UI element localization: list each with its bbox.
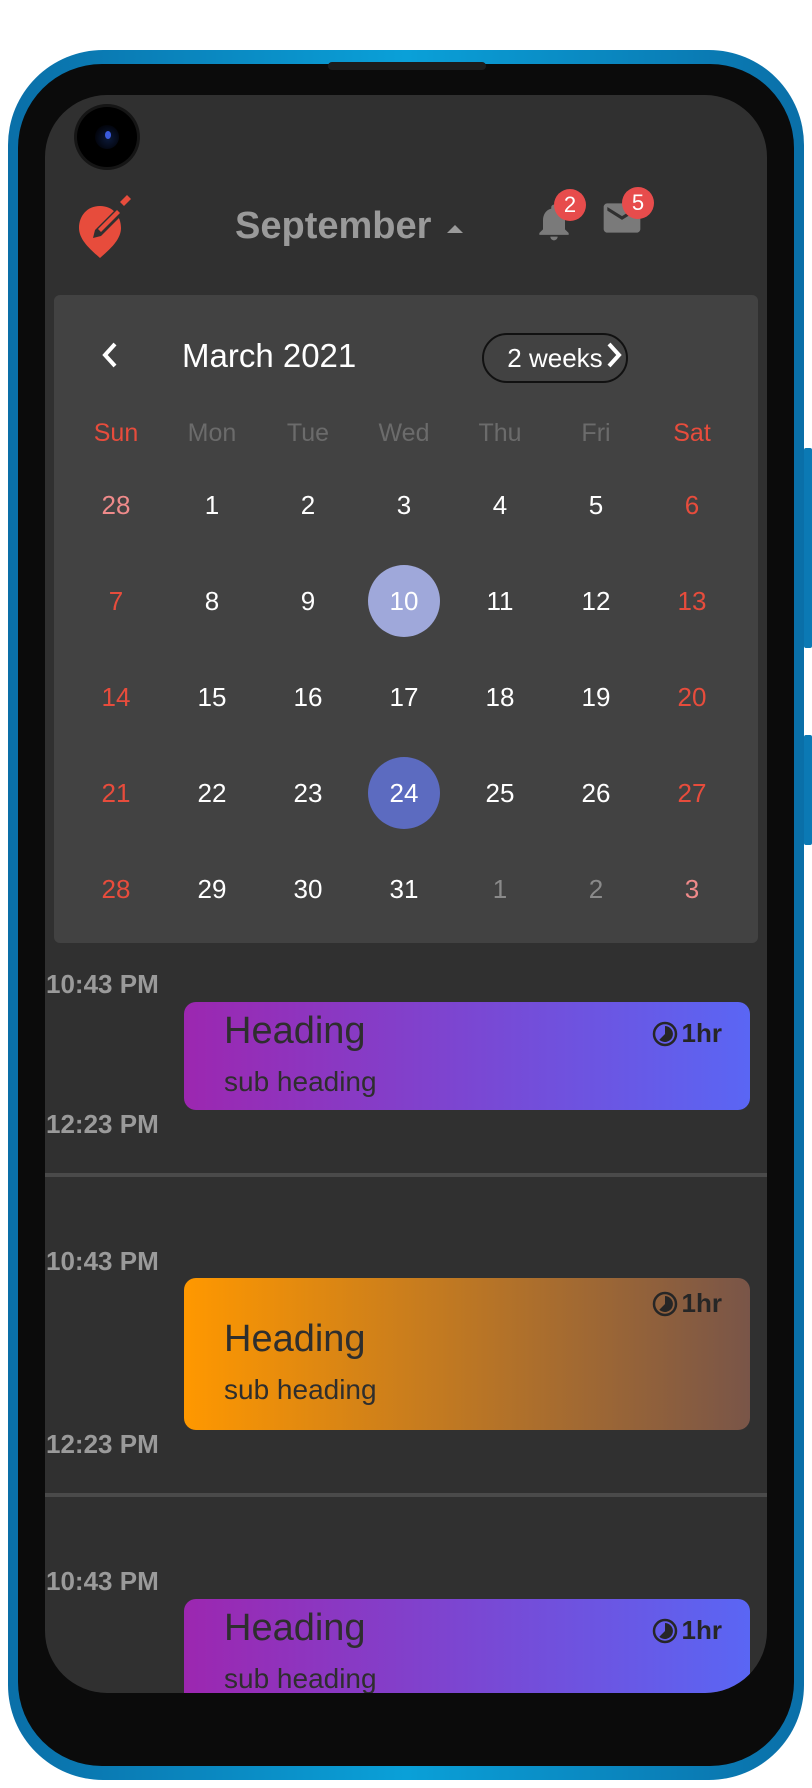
previous-month-button[interactable] [90,335,130,375]
next-month-button[interactable] [594,335,634,375]
calendar-day[interactable]: 8 [176,565,248,637]
calendar-day[interactable]: 23 [272,757,344,829]
calendar-day-today[interactable]: 10 [368,565,440,637]
event-card[interactable]: 1hr Heading sub heading [184,1278,750,1430]
event-duration-label: 1hr [681,1615,722,1645]
event-heading: Heading [224,1607,366,1649]
month-selector[interactable]: September [235,205,464,248]
notifications-badge: 2 [554,189,586,221]
weekday-label: Mon [187,419,237,447]
event-heading: Heading [224,1318,366,1360]
calendar-day[interactable]: 26 [560,757,632,829]
chevron-left-icon [102,342,117,368]
calendar-day[interactable]: 27 [656,757,728,829]
calendar-day[interactable]: 7 [80,565,152,637]
calendar-day[interactable]: 1 [464,853,536,925]
event-duration: 1hr [652,1615,722,1646]
power-button [804,735,812,845]
event-start-time: 10:43 PM [46,969,159,999]
calendar-day[interactable]: 1 [176,469,248,541]
calendar-day-selected[interactable]: 24 [368,757,440,829]
camera-glint [105,131,111,139]
weekday-label: Tue [286,419,330,447]
calendar-day[interactable]: 11 [464,565,536,637]
messages-badge: 5 [622,187,654,219]
timelapse-icon [652,1021,677,1046]
event-subheading: sub heading [224,1663,377,1693]
messages-button[interactable]: 5 [600,187,654,241]
event-subheading: sub heading [224,1374,377,1405]
calendar-day[interactable]: 5 [560,469,632,541]
calendar-day[interactable]: 15 [176,661,248,733]
caret-up-icon [447,224,464,233]
weekday-label: Sat [673,419,711,447]
calendar-day[interactable]: 22 [176,757,248,829]
calendar-day[interactable]: 4 [464,469,536,541]
calendar-day[interactable]: 3 [368,469,440,541]
calendar-day[interactable]: 18 [464,661,536,733]
calendar-day[interactable]: 25 [464,757,536,829]
timelapse-icon [652,1618,677,1643]
weekday-header: Sun Mon Tue Wed Thu Fri Sat [68,419,744,448]
app-logo-icon[interactable] [77,192,133,258]
calendar-day[interactable]: 12 [560,565,632,637]
event-card[interactable]: Heading sub heading 1hr [184,1002,750,1110]
calendar-day[interactable]: 14 [80,661,152,733]
calendar-day[interactable]: 28 [80,853,152,925]
calendar-day[interactable]: 17 [368,661,440,733]
weekday-label: Fri [581,419,611,447]
calendar-day[interactable]: 28 [80,469,152,541]
calendar-day[interactable]: 6 [656,469,728,541]
calendar-day[interactable]: 16 [272,661,344,733]
calendar-day[interactable]: 3 [656,853,728,925]
event-divider [45,1173,767,1177]
event-divider [45,1493,767,1497]
app-screen: September 2 5 March 2021 2 weeks Sun Mon… [45,95,767,1693]
weekday-label: Thu [478,419,522,447]
event-duration: 1hr [652,1288,722,1319]
calendar-day[interactable]: 2 [560,853,632,925]
volume-button [804,448,812,648]
timelapse-icon [652,1291,677,1316]
calendar-day[interactable]: 21 [80,757,152,829]
month-selector-label: September [235,205,432,247]
event-end-time: 12:23 PM [46,1109,159,1139]
calendar-day[interactable]: 19 [560,661,632,733]
event-duration: 1hr [652,1018,722,1049]
calendar-month-title: March 2021 [182,337,357,374]
calendar-day[interactable]: 9 [272,565,344,637]
chevron-right-icon [607,342,622,368]
event-duration-label: 1hr [681,1288,722,1318]
calendar-day[interactable]: 20 [656,661,728,733]
event-duration-label: 1hr [681,1018,722,1048]
calendar-day[interactable]: 29 [176,853,248,925]
earpiece-speaker [328,62,486,70]
front-camera [77,107,137,167]
event-card[interactable]: Heading sub heading 1hr [184,1599,750,1693]
event-heading: Heading [224,1010,366,1052]
calendar-day[interactable]: 30 [272,853,344,925]
notifications-button[interactable]: 2 [532,189,586,245]
weekday-label: Sun [93,419,139,447]
weekday-label: Wed [378,419,430,447]
calendar-day[interactable]: 13 [656,565,728,637]
calendar-day[interactable]: 2 [272,469,344,541]
event-subheading: sub heading [224,1066,377,1097]
event-start-time: 10:43 PM [46,1246,159,1276]
event-end-time: 12:23 PM [46,1429,159,1459]
calendar-day[interactable]: 31 [368,853,440,925]
calendar-day-grid: 28 1 2 3 4 5 6 7 8 9 10 11 12 13 14 15 1… [68,457,744,937]
event-start-time: 10:43 PM [46,1566,159,1596]
calendar-card: March 2021 2 weeks Sun Mon Tue Wed Thu F… [54,295,758,943]
